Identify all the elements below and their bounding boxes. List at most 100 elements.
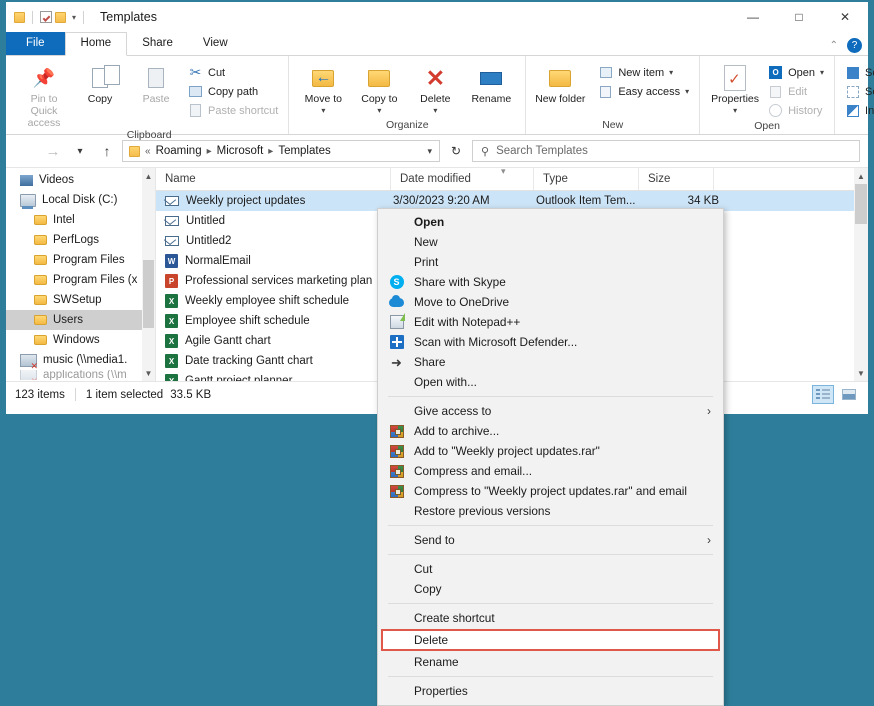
search-box[interactable]: ⚲ Search Templates — [472, 140, 860, 162]
invert-selection-button[interactable]: Invert selection — [841, 101, 874, 120]
context-menu-item-share[interactable]: ➜ Share — [378, 352, 723, 372]
scrollbar-thumb[interactable] — [855, 184, 867, 224]
scroll-down-icon[interactable]: ▼ — [854, 366, 868, 380]
tree-item-videos[interactable]: Videos — [6, 170, 155, 190]
chevron-down-icon[interactable]: ▾ — [685, 87, 689, 96]
folder-icon[interactable] — [14, 12, 25, 23]
tree-item-music-network[interactable]: music (\\media1. — [6, 350, 155, 370]
tree-item-swsetup[interactable]: SWSetup — [6, 290, 155, 310]
delete-button[interactable]: ✕ Delete ▾ — [407, 60, 463, 117]
context-menu-item-move-to-onedrive[interactable]: Move to OneDrive — [378, 292, 723, 312]
search-input[interactable]: Search Templates — [496, 145, 588, 157]
context-menu-item-open-with[interactable]: Open with... — [378, 372, 723, 392]
nav-pane-scrollbar[interactable]: ▲ ▼ — [142, 168, 155, 381]
minimize-button[interactable]: — — [730, 2, 776, 32]
tree-item-perflogs[interactable]: PerfLogs — [6, 230, 155, 250]
breadcrumb[interactable]: « Roaming ▸ Microsoft ▸ Templates ▾ — [122, 140, 440, 162]
tree-item-intel[interactable]: Intel — [6, 210, 155, 230]
easy-access-button[interactable]: Easy access ▾ — [594, 82, 693, 101]
context-menu-item-delete[interactable]: Delete — [381, 629, 720, 651]
scroll-up-icon[interactable]: ▲ — [142, 169, 155, 183]
properties-button[interactable]: ✓ Properties ▾ — [706, 60, 764, 117]
context-menu-item-cut[interactable]: Cut — [378, 559, 723, 579]
tree-item-local-disk[interactable]: Local Disk (C:) — [6, 190, 155, 210]
column-header-size[interactable]: Size — [639, 168, 714, 190]
scrollbar-thumb[interactable] — [143, 260, 154, 328]
chevron-down-icon[interactable]: ▾ — [733, 105, 737, 117]
tree-item-program-files[interactable]: Program Files — [6, 250, 155, 270]
refresh-button[interactable]: ↻ — [443, 139, 469, 163]
context-menu-item-scan-with-defender[interactable]: Scan with Microsoft Defender... — [378, 332, 723, 352]
tab-share[interactable]: Share — [127, 33, 188, 55]
breadcrumb-item-templates[interactable]: Templates — [278, 145, 330, 157]
context-menu-item-properties[interactable]: Properties — [378, 681, 723, 701]
chevron-down-icon[interactable]: ▾ — [321, 105, 325, 117]
chevron-down-icon[interactable]: ▾ — [427, 146, 432, 157]
column-header-date-modified[interactable]: Date modified — [391, 168, 534, 190]
breadcrumb-separator[interactable]: ▸ — [268, 146, 273, 157]
file-list-scrollbar[interactable]: ▲ ▼ — [854, 168, 868, 381]
context-menu-item-print[interactable]: Print — [378, 252, 723, 272]
edit-button[interactable]: Edit — [764, 82, 828, 101]
chevron-down-icon[interactable]: ▾ — [72, 13, 76, 22]
tree-item-windows[interactable]: Windows — [6, 330, 155, 350]
context-menu-item-rename[interactable]: Rename — [378, 652, 723, 672]
scroll-up-icon[interactable]: ▲ — [854, 169, 868, 183]
copy-path-button[interactable]: Copy path — [184, 82, 282, 101]
copy-to-button[interactable]: Copy to ▾ — [351, 60, 407, 117]
select-none-button[interactable]: Select none — [841, 82, 874, 101]
chevron-down-icon[interactable]: ▾ — [377, 105, 381, 117]
context-menu-item-restore-previous-versions[interactable]: Restore previous versions — [378, 501, 723, 521]
context-menu-item-add-to-rar[interactable]: Add to "Weekly project updates.rar" — [378, 441, 723, 461]
tab-home[interactable]: Home — [65, 32, 128, 56]
breadcrumb-item-roaming[interactable]: Roaming — [156, 145, 202, 157]
breadcrumb-separator[interactable]: ▸ — [207, 146, 212, 157]
new-item-button[interactable]: New item ▾ — [594, 63, 693, 82]
checkbox-icon[interactable] — [40, 11, 52, 23]
tree-item-program-files-x86[interactable]: Program Files (x — [6, 270, 155, 290]
context-menu-item-create-shortcut[interactable]: Create shortcut — [378, 608, 723, 628]
large-icons-view-button[interactable] — [838, 385, 860, 404]
chevron-down-icon[interactable]: ▾ — [820, 68, 824, 77]
history-button[interactable]: History — [764, 101, 828, 120]
open-button[interactable]: O Open ▾ — [764, 63, 828, 82]
collapse-ribbon-icon[interactable]: ⌃ — [830, 40, 838, 51]
chevron-down-icon[interactable]: ▾ — [669, 68, 673, 77]
move-to-button[interactable]: ← Move to ▾ — [295, 60, 351, 117]
maximize-button[interactable]: □ — [776, 2, 822, 32]
copy-button[interactable]: Copy — [72, 60, 128, 105]
new-folder-button[interactable]: New folder — [532, 60, 588, 105]
tree-item-users[interactable]: Users — [6, 310, 155, 330]
select-all-button[interactable]: Select all — [841, 63, 874, 82]
paste-shortcut-button[interactable]: Paste shortcut — [184, 101, 282, 120]
breadcrumb-item-microsoft[interactable]: Microsoft — [217, 145, 264, 157]
pin-to-quick-access-button[interactable]: 📌 Pin to Quick access — [16, 60, 72, 129]
context-menu-item-compress-and-email[interactable]: Compress and email... — [378, 461, 723, 481]
context-menu-item-edit-with-notepadpp[interactable]: Edit with Notepad++ — [378, 312, 723, 332]
close-button[interactable]: ✕ — [822, 2, 868, 32]
context-menu-item-open[interactable]: Open — [378, 212, 723, 232]
context-menu-item-share-with-skype[interactable]: S Share with Skype — [378, 272, 723, 292]
context-menu-item-new[interactable]: New — [378, 232, 723, 252]
column-header-type[interactable]: Type — [534, 168, 639, 190]
tab-file[interactable]: File — [6, 32, 65, 55]
button-label: History — [788, 105, 822, 117]
context-menu-item-copy[interactable]: Copy — [378, 579, 723, 599]
copy-icon — [92, 63, 108, 93]
breadcrumb-overflow[interactable]: « — [145, 146, 151, 157]
tab-view[interactable]: View — [188, 33, 243, 55]
paste-button[interactable]: Paste — [128, 60, 184, 105]
details-view-button[interactable] — [812, 385, 834, 404]
tree-item-applications-network[interactable]: applications (\\m — [6, 370, 155, 380]
context-menu-item-compress-to-rar-and-email[interactable]: Compress to "Weekly project updates.rar"… — [378, 481, 723, 501]
rename-button[interactable]: Rename — [463, 60, 519, 105]
context-menu-item-add-to-archive[interactable]: Add to archive... — [378, 421, 723, 441]
column-header-name[interactable]: Name — [156, 168, 391, 190]
context-menu-item-give-access-to[interactable]: Give access to › — [378, 401, 723, 421]
folder-icon[interactable] — [55, 12, 66, 23]
chevron-down-icon[interactable]: ▾ — [433, 105, 437, 117]
context-menu-item-send-to[interactable]: Send to › — [378, 530, 723, 550]
scroll-down-icon[interactable]: ▼ — [142, 366, 155, 380]
cut-button[interactable]: ✂ Cut — [184, 63, 282, 82]
help-icon[interactable]: ? — [847, 38, 862, 53]
